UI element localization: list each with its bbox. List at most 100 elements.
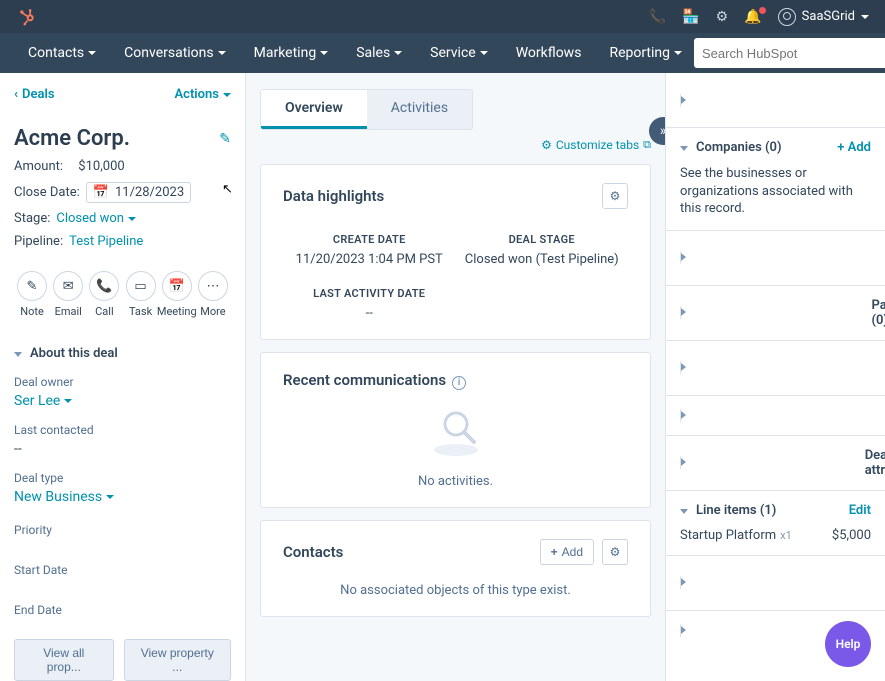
view-property-history-button[interactable]: View property ... bbox=[124, 639, 231, 681]
panel-attachments-toggle[interactable]: Attachments bbox=[680, 408, 885, 423]
chevron-right-icon bbox=[680, 361, 885, 374]
call-button[interactable]: 📞Call bbox=[86, 271, 122, 318]
line-item-qty: x1 bbox=[780, 529, 792, 542]
end-date-label: End Date bbox=[14, 603, 231, 617]
panel-companies-toggle[interactable]: Companies (0) bbox=[680, 140, 782, 155]
panel-attribution-toggle[interactable]: Deal create attribution bbox=[680, 448, 885, 478]
owner-select[interactable]: Ser Lee bbox=[14, 393, 231, 409]
nav-sales[interactable]: Sales bbox=[344, 33, 414, 73]
last-activity-value: -- bbox=[313, 306, 425, 321]
phone-icon[interactable]: 📞 bbox=[649, 9, 666, 25]
amount-row: Amount: $10,000 bbox=[14, 159, 231, 174]
settings-gear-icon[interactable]: ⚙ bbox=[716, 9, 729, 25]
calendar-icon: 📅 bbox=[93, 185, 109, 200]
close-date-input[interactable]: 📅 11/28/2023 bbox=[86, 182, 191, 203]
task-icon: ▭ bbox=[134, 279, 146, 294]
panel-lineitems-toggle[interactable]: Line items (1) bbox=[680, 503, 776, 518]
close-date-label: Close Date: bbox=[14, 185, 80, 200]
nav-service[interactable]: Service bbox=[418, 33, 500, 73]
panel-lineitems-edit[interactable]: Edit bbox=[849, 503, 871, 518]
nav-marketing[interactable]: Marketing bbox=[242, 33, 341, 73]
deal-stage-label: DEAL STAGE bbox=[465, 233, 619, 246]
help-button[interactable]: Help bbox=[825, 621, 871, 667]
back-to-deals[interactable]: ‹ Deals bbox=[14, 87, 55, 102]
chevron-right-icon bbox=[680, 94, 885, 107]
highlights-title: Data highlights bbox=[283, 187, 384, 205]
chevron-down-icon bbox=[218, 51, 226, 55]
note-button[interactable]: ✎Note bbox=[14, 271, 50, 318]
stage-select[interactable]: Closed won bbox=[56, 211, 136, 226]
panel-quotes-toggle[interactable]: Quotes (1) bbox=[680, 568, 885, 598]
amount-value: $10,000 bbox=[78, 159, 124, 174]
email-button[interactable]: ✉Email bbox=[50, 271, 86, 318]
marketplace-icon[interactable]: 🏪 bbox=[682, 9, 699, 25]
nav-workflows[interactable]: Workflows bbox=[504, 33, 594, 73]
panel-companies-add[interactable]: + Add bbox=[837, 140, 871, 155]
topbar: 📞 🏪 ⚙ 🔔 SaaSGrid bbox=[0, 0, 885, 33]
add-contact-button[interactable]: +Add bbox=[540, 539, 594, 565]
tab-activities[interactable]: Activities bbox=[367, 90, 472, 129]
panel-paymentlinks-toggle[interactable]: Payment Links (0) bbox=[680, 298, 885, 328]
start-date-label: Start Date bbox=[14, 563, 231, 577]
middle-panel: » Overview Activities ⚙Customize tabs ⧉ … bbox=[246, 73, 665, 681]
notifications-bell-icon[interactable]: 🔔 bbox=[744, 9, 761, 25]
chevron-down-icon bbox=[128, 217, 136, 221]
chevron-right-icon bbox=[680, 251, 885, 264]
avatar-icon bbox=[778, 8, 796, 26]
about-deal-toggle[interactable]: About this deal bbox=[14, 346, 231, 361]
hubspot-logo-icon[interactable] bbox=[16, 7, 36, 27]
line-item-row[interactable]: Startup Platformx1 $5,000 bbox=[680, 528, 871, 543]
task-button[interactable]: ▭Task bbox=[123, 271, 159, 318]
meeting-button[interactable]: 📅Meeting bbox=[159, 271, 195, 318]
recent-empty-text: No activities. bbox=[283, 474, 628, 489]
right-panel: Contacts (0) + Add Companies (0) + Add S… bbox=[665, 73, 885, 681]
more-button[interactable]: ⋯More bbox=[195, 271, 231, 318]
deal-title: Acme Corp. bbox=[14, 126, 130, 151]
contacts-settings-button[interactable]: ⚙ bbox=[602, 539, 628, 565]
panel-tickets-toggle[interactable]: Tickets (0) bbox=[680, 243, 885, 273]
tab-overview[interactable]: Overview bbox=[261, 90, 367, 129]
record-actions-menu[interactable]: Actions bbox=[174, 87, 231, 102]
recent-communications-card: Recent communicationsi No activities. bbox=[260, 352, 651, 508]
data-highlights-card: Data highlights ⚙ CREATE DATE 11/20/2023… bbox=[260, 164, 651, 340]
email-icon: ✉ bbox=[63, 279, 74, 294]
nav-reporting[interactable]: Reporting bbox=[597, 33, 694, 73]
global-search[interactable]: 🔍 bbox=[694, 38, 885, 68]
deal-type-select[interactable]: New Business bbox=[14, 489, 231, 505]
view-all-properties-button[interactable]: View all prop... bbox=[14, 639, 114, 681]
panel-payments-toggle[interactable]: Payments (0) bbox=[680, 353, 885, 383]
customize-tabs-link[interactable]: ⚙Customize tabs ⧉ bbox=[541, 138, 651, 152]
info-icon[interactable]: i bbox=[452, 376, 466, 390]
chevron-down-icon bbox=[88, 51, 96, 55]
expand-right-button[interactable]: » bbox=[649, 117, 665, 145]
chevron-right-icon bbox=[680, 456, 857, 469]
deal-stage-value: Closed won (Test Pipeline) bbox=[465, 252, 619, 267]
empty-illustration bbox=[283, 390, 628, 470]
panel-contacts-toggle[interactable]: Contacts (0) bbox=[680, 85, 885, 115]
contacts-card: Contacts +Add ⚙ No associated objects of… bbox=[260, 520, 651, 617]
stage-label: Stage: bbox=[14, 211, 50, 226]
chevron-down-icon bbox=[320, 51, 328, 55]
record-tabs: Overview Activities bbox=[260, 89, 473, 130]
create-date-label: CREATE DATE bbox=[296, 233, 443, 246]
search-input[interactable] bbox=[702, 46, 878, 61]
chevron-down-icon bbox=[223, 93, 231, 97]
priority-label: Priority bbox=[14, 523, 231, 537]
highlights-settings-button[interactable]: ⚙ bbox=[602, 183, 628, 209]
edit-name-button[interactable]: ✎ bbox=[219, 131, 231, 147]
chevron-right-icon bbox=[680, 306, 863, 319]
account-menu[interactable]: SaaSGrid bbox=[778, 8, 869, 26]
chevron-down-icon bbox=[480, 51, 488, 55]
notification-dot bbox=[759, 7, 766, 14]
pipeline-link[interactable]: Test Pipeline bbox=[69, 234, 143, 249]
recent-comm-title: Recent communicationsi bbox=[283, 371, 466, 390]
navbar: Contacts Conversations Marketing Sales S… bbox=[0, 33, 885, 73]
chevron-down-icon bbox=[64, 399, 72, 403]
line-item-price: $5,000 bbox=[832, 528, 871, 543]
nav-contacts[interactable]: Contacts bbox=[16, 33, 108, 73]
nav-conversations[interactable]: Conversations bbox=[112, 33, 237, 73]
create-date-value: 11/20/2023 1:04 PM PST bbox=[296, 252, 443, 267]
gear-icon: ⚙ bbox=[541, 138, 552, 152]
chevron-right-icon bbox=[680, 576, 885, 589]
note-icon: ✎ bbox=[27, 279, 38, 294]
